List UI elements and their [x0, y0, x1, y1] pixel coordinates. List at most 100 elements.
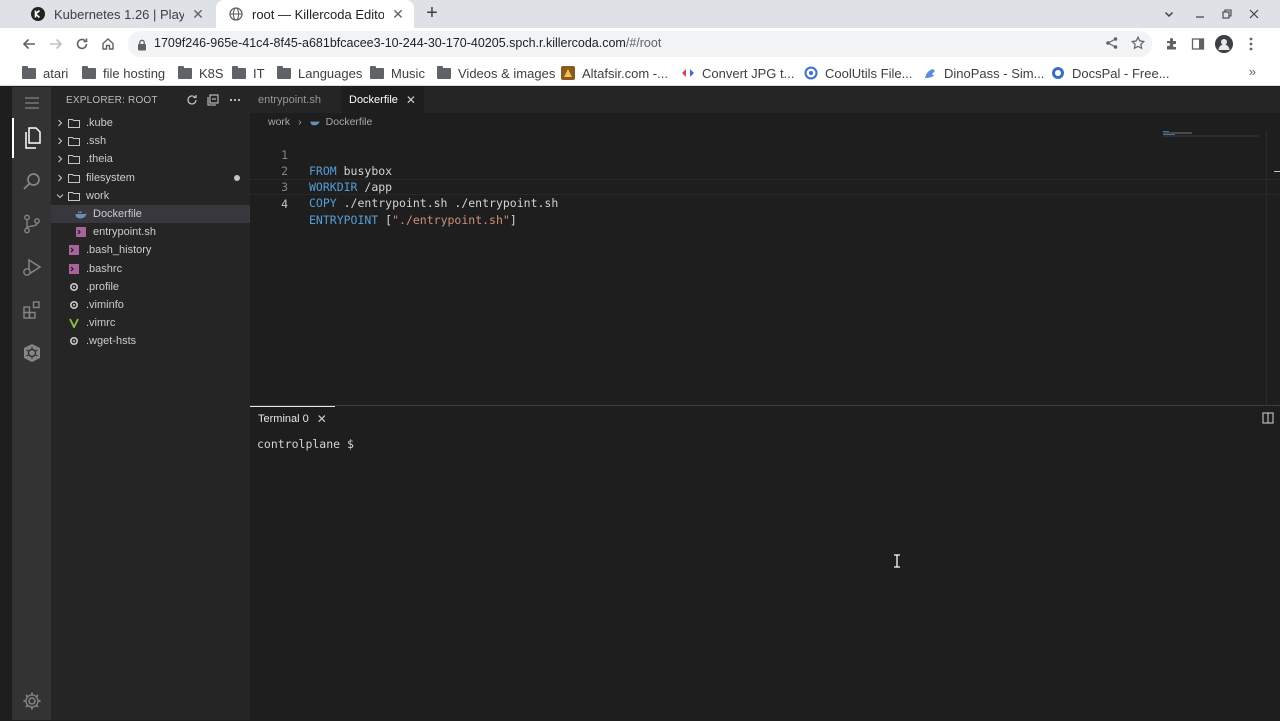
- coolutils-icon: [804, 66, 818, 80]
- browser-tab-kubernetes[interactable]: Kubernetes 1.26 | Playgro ✕: [18, 0, 214, 28]
- text-cursor-icon: [893, 554, 901, 568]
- run-debug-icon[interactable]: [12, 247, 51, 287]
- close-tab-icon[interactable]: ✕: [390, 6, 406, 22]
- tree-file-profile[interactable]: .profile: [51, 278, 250, 296]
- lock-icon[interactable]: [137, 38, 147, 56]
- tree-file-bashrc[interactable]: .bashrc: [51, 260, 250, 278]
- tree-folder-work[interactable]: work: [51, 187, 250, 205]
- bookmarks-overflow-button[interactable]: »: [1249, 64, 1256, 79]
- settings-gear-icon[interactable]: [12, 681, 51, 721]
- browser-menu-icon[interactable]: [1241, 34, 1261, 54]
- bookmark-convert-jpg[interactable]: Convert JPG t...: [681, 64, 794, 82]
- tab-terminal-0[interactable]: Terminal 0 ✕: [250, 406, 335, 430]
- bookmark-it[interactable]: IT: [232, 64, 265, 82]
- bookmark-star-icon[interactable]: [1130, 35, 1146, 55]
- tree-file-bash-history[interactable]: .bash_history: [51, 241, 250, 259]
- close-tab-icon[interactable]: ✕: [317, 412, 327, 426]
- explorer-title: EXPLORER: ROOT: [66, 95, 158, 106]
- menu-icon[interactable]: [12, 87, 51, 119]
- folder-icon: [437, 65, 451, 79]
- folder-icon: [370, 65, 384, 79]
- bookmark-atari[interactable]: atari: [22, 64, 68, 82]
- breadcrumb-item-work[interactable]: work: [268, 116, 290, 128]
- side-panel-icon[interactable]: [1188, 34, 1208, 54]
- code-editor[interactable]: 1 FROM busybox 2 WORKDIR /app 3 COPY ./e…: [250, 131, 1280, 227]
- folder-icon: [68, 135, 80, 147]
- close-tab-icon[interactable]: ✕: [190, 6, 206, 22]
- new-tab-button[interactable]: +: [422, 3, 442, 24]
- terminal-output[interactable]: controlplane $: [257, 437, 361, 451]
- bookmark-dinopass[interactable]: DinoPass - Sim...: [923, 64, 1044, 82]
- bookmark-file-hosting[interactable]: file hosting: [82, 64, 165, 82]
- tab-entrypoint-sh[interactable]: entrypoint.sh: [250, 87, 329, 113]
- cursor-marker: [1274, 171, 1280, 172]
- code-text: COPY ./entrypoint.sh ./entrypoint.sh: [309, 196, 559, 210]
- extensions-view-icon[interactable]: [12, 290, 51, 330]
- explorer-sidebar: EXPLORER: ROOT .kube .ssh .theia filesys…: [51, 87, 250, 720]
- url-host: 1709f246-965e-41c4-8f45-a681bfcacee3-10-…: [154, 36, 626, 50]
- source-control-icon[interactable]: [12, 204, 51, 244]
- bookmark-languages[interactable]: Languages: [277, 64, 362, 82]
- profile-avatar-icon[interactable]: [1214, 34, 1234, 54]
- restore-icon[interactable]: [1213, 0, 1241, 28]
- code-line[interactable]: 3 COPY ./entrypoint.sh ./entrypoint.sh: [250, 163, 1280, 210]
- terminal-panel: Terminal 0 ✕ controlplane $: [250, 405, 1280, 720]
- extensions-icon[interactable]: [1162, 34, 1182, 54]
- minimize-icon[interactable]: [1186, 0, 1214, 28]
- editor-scrollbar[interactable]: [1266, 131, 1280, 405]
- gear-icon: [68, 299, 80, 311]
- forward-button[interactable]: [44, 32, 68, 56]
- reload-button[interactable]: [70, 32, 94, 56]
- tree-file-wget-hsts[interactable]: .wget-hsts: [51, 332, 250, 350]
- bookmarks-bar: atari file hosting K8S IT Languages Musi…: [0, 60, 1280, 86]
- window-close-icon[interactable]: [1240, 0, 1268, 28]
- bookmark-altafsir[interactable]: Altafsir.com -...: [561, 64, 668, 82]
- modified-dot-icon: [234, 174, 240, 181]
- code-line[interactable]: 2 WORKDIR /app: [250, 147, 1280, 194]
- search-icon[interactable]: [12, 161, 51, 201]
- tree-folder-kube[interactable]: .kube: [51, 114, 250, 132]
- bookmark-coolutils[interactable]: CoolUtils File...: [804, 64, 912, 82]
- folder-icon: [22, 65, 36, 79]
- bookmark-docspal[interactable]: DocsPal - Free...: [1051, 64, 1170, 82]
- minimap[interactable]: [1163, 131, 1259, 137]
- folder-icon: [68, 153, 80, 165]
- folder-icon: [232, 65, 246, 79]
- code-line[interactable]: 1 FROM busybox: [250, 131, 1280, 178]
- altafsir-icon: [561, 66, 575, 80]
- code-line-current[interactable]: 4 ENTRYPOINT ["./entrypoint.sh"]: [250, 179, 1280, 227]
- convert-icon: [682, 69, 694, 77]
- share-icon[interactable]: [1105, 36, 1119, 55]
- browser-tab-editor[interactable]: root — Killercoda Editor ✕: [216, 0, 414, 28]
- tree-folder-ssh[interactable]: .ssh: [51, 132, 250, 150]
- explorer-icon[interactable]: [12, 118, 51, 158]
- browser-tab-title: root — Killercoda Editor: [252, 6, 384, 22]
- more-actions-icon[interactable]: [228, 93, 242, 107]
- collapse-all-icon[interactable]: [206, 93, 220, 107]
- tab-dockerfile[interactable]: Dockerfile ✕: [341, 87, 424, 113]
- tree-file-viminfo[interactable]: .viminfo: [51, 296, 250, 314]
- bookmark-videos-images[interactable]: Videos & images: [437, 64, 555, 82]
- chevron-down-icon: [54, 190, 66, 202]
- close-tab-icon[interactable]: ✕: [406, 93, 416, 107]
- bookmark-music[interactable]: Music: [370, 64, 425, 82]
- tree-file-entrypoint[interactable]: entrypoint.sh: [51, 223, 250, 241]
- breadcrumb-item-dockerfile[interactable]: Dockerfile: [326, 116, 373, 128]
- kubernetes-icon[interactable]: [12, 333, 51, 373]
- tab-search-icon[interactable]: [1155, 0, 1183, 28]
- line-number: 4: [281, 197, 288, 211]
- gear-icon: [68, 281, 80, 293]
- split-terminal-icon[interactable]: [1262, 411, 1274, 424]
- tree-file-vimrc[interactable]: .vimrc: [51, 314, 250, 332]
- url-text[interactable]: 1709f246-965e-41c4-8f45-a681bfcacee3-10-…: [154, 36, 661, 50]
- tree-file-dockerfile[interactable]: Dockerfile: [51, 204, 250, 224]
- back-button[interactable]: [17, 32, 41, 56]
- refresh-icon[interactable]: [185, 93, 199, 107]
- chevron-right-icon: [54, 153, 66, 165]
- home-button[interactable]: [96, 32, 120, 56]
- tree-folder-filesystem[interactable]: filesystem: [51, 169, 250, 187]
- address-bar[interactable]: 1709f246-965e-41c4-8f45-a681bfcacee3-10-…: [128, 31, 1152, 57]
- browser-toolbar: 1709f246-965e-41c4-8f45-a681bfcacee3-10-…: [0, 28, 1280, 60]
- bookmark-k8s[interactable]: K8S: [178, 64, 224, 82]
- tree-folder-theia[interactable]: .theia: [51, 150, 250, 168]
